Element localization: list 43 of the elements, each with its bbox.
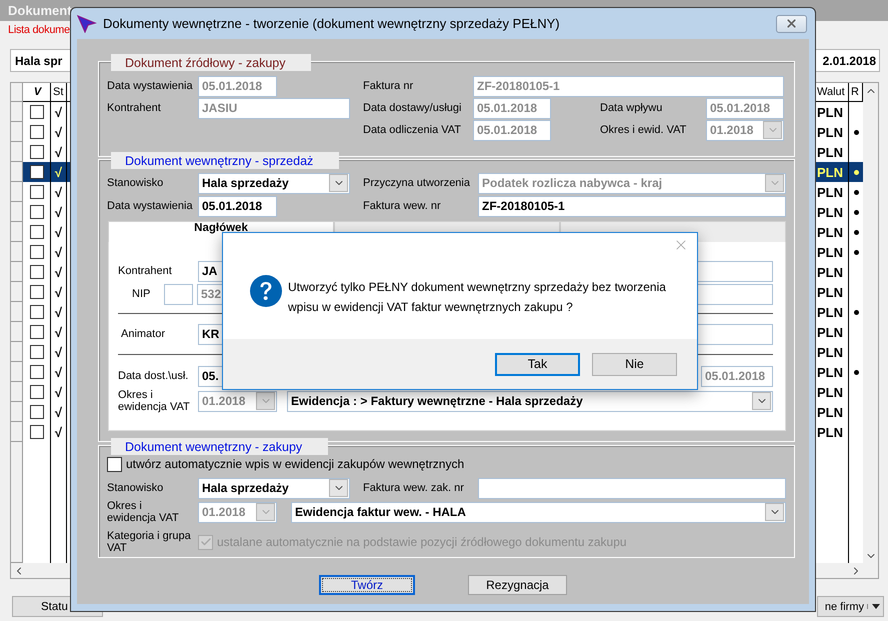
status-mark: √ bbox=[51, 122, 67, 142]
status-mark: √ bbox=[51, 222, 67, 242]
field-label: Okres i ewidencja VAT bbox=[118, 388, 191, 414]
status-mark: √ bbox=[51, 202, 67, 222]
field-label: Faktura wew. nr bbox=[363, 200, 442, 212]
status-mark: √ bbox=[51, 422, 67, 442]
field-label: Faktura nr bbox=[363, 80, 414, 92]
status-mark: √ bbox=[51, 322, 67, 342]
group-title: Dokument źródłowy - zakupy bbox=[111, 54, 312, 71]
field-label: Okres i ewid. VAT bbox=[600, 124, 688, 136]
field-label: Data dost.\usł. bbox=[118, 370, 190, 382]
checkbox-label: utwórz automatycznie wpis w ewidencji zakupów wewnętrznych bbox=[126, 457, 464, 471]
status-mark: √ bbox=[51, 102, 67, 122]
field-label: Data wystawienia bbox=[107, 80, 194, 92]
status-mark: √ bbox=[51, 282, 67, 302]
group-title: Dokument wewnętrzny - zakupy bbox=[111, 438, 328, 455]
field-label: Okres i ewidencja VAT bbox=[107, 500, 180, 524]
status-mark: √ bbox=[51, 382, 67, 402]
field-label: Faktura wew. zak. nr bbox=[363, 482, 465, 494]
field-label: Stanowisko bbox=[107, 482, 164, 494]
status-mark: √ bbox=[51, 402, 67, 422]
status-mark: √ bbox=[51, 342, 67, 362]
field-label: Przyczyna utworzenia bbox=[363, 176, 471, 190]
field-label: Data wystawienia bbox=[107, 200, 194, 212]
field-label: Animator bbox=[120, 328, 166, 340]
window-title: Dokument bbox=[8, 3, 72, 18]
field-label: Data dostawy/usługi bbox=[363, 102, 462, 114]
field-label: Kontrahent bbox=[118, 264, 173, 278]
status-mark: √ bbox=[51, 302, 67, 322]
status-mark: √ bbox=[51, 242, 67, 262]
field-label: NIP bbox=[131, 288, 152, 300]
field-label: Data odliczenia VAT bbox=[363, 124, 462, 136]
status-mark: √ bbox=[51, 182, 67, 202]
field-label: Kategoria i grupa VAT bbox=[107, 530, 192, 554]
message-text: Utworzyć tylko PEŁNY dokument wewnętrzny sprzedaży bez tworzenia wpisu w ewidencji VAT faktur wewnętrznych zakupu ? bbox=[288, 279, 666, 316]
dialog-title: Dokumenty wewnętrzne - tworzenie (dokument wewnętrzny sprzedaży PEŁNY) bbox=[103, 16, 560, 31]
status-mark: √ bbox=[51, 162, 67, 182]
group-title: Dokument wewnętrzny - sprzedaż bbox=[111, 152, 340, 169]
field-label: Stanowisko bbox=[107, 176, 164, 190]
status-mark: √ bbox=[51, 362, 67, 382]
field-label: Kontrahent bbox=[107, 102, 162, 114]
field-label: Data wpływu bbox=[600, 102, 664, 114]
status-mark: √ bbox=[51, 262, 67, 282]
